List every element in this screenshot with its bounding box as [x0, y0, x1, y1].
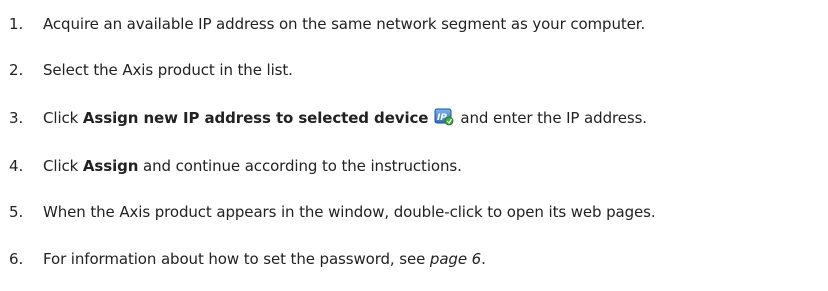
step-suffix: .: [481, 250, 486, 268]
instruction-list: 1. Acquire an available IP address on the…: [0, 0, 828, 291]
step-number: 6.: [9, 250, 24, 268]
step-1: 1. Acquire an available IP address on the…: [9, 14, 645, 34]
step-prefix: For information about how to set the pas…: [43, 250, 430, 268]
step-6: 6. For information about how to set the p…: [9, 249, 486, 269]
step-prefix: Click: [43, 157, 83, 175]
step-command: Assign new IP address to selected device: [82, 109, 429, 127]
step-suffix: and enter the IP address.: [460, 109, 647, 127]
step-2: 2. Select the Axis product in the list.: [9, 60, 293, 80]
step-number: 1.: [9, 15, 24, 33]
step-5: 5. When the Axis product appears in the w…: [9, 202, 656, 222]
step-prefix: Click: [43, 109, 83, 127]
assign-ip-icon: IP: [434, 108, 454, 126]
step-suffix: and continue according to the instructio…: [138, 157, 462, 175]
step-4: 4. Click Assign and continue according to…: [9, 156, 462, 176]
step-number: 5.: [9, 203, 24, 221]
step-3: 3. Click Assign new IP address to selecte…: [9, 108, 647, 128]
step-command: Assign: [82, 157, 139, 175]
step-number: 3.: [9, 109, 24, 127]
step-text: When the Axis product appears in the win…: [43, 203, 656, 221]
step-text: Acquire an available IP address on the s…: [43, 15, 646, 33]
step-number: 4.: [9, 157, 24, 175]
page-reference-link[interactable]: page 6: [430, 250, 481, 268]
step-number: 2.: [9, 61, 24, 79]
step-text: Select the Axis product in the list.: [43, 61, 293, 79]
